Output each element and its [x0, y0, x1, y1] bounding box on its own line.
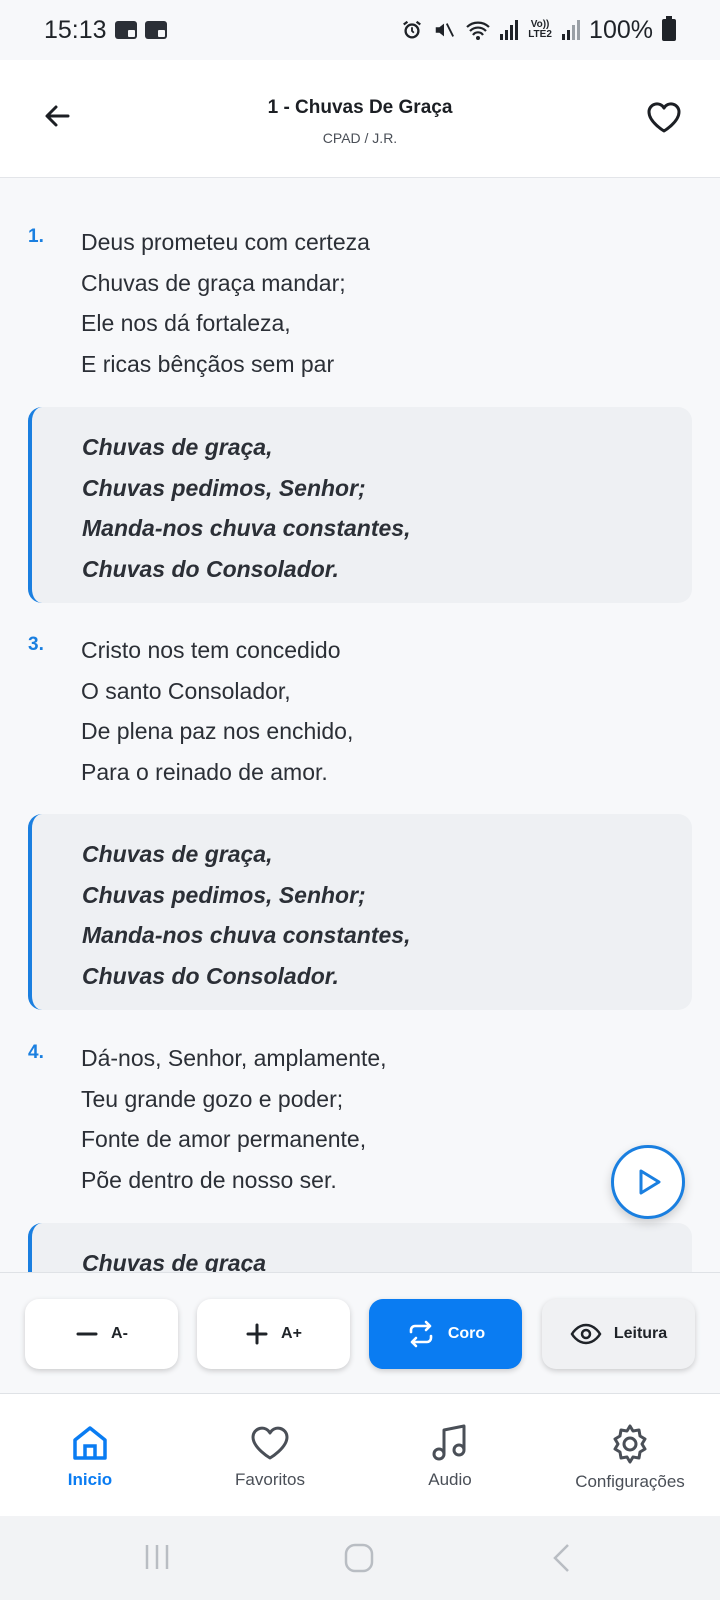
gear-icon — [613, 1424, 647, 1464]
nav-settings-label: Configurações — [575, 1472, 685, 1491]
hymn-content[interactable]: 1. Deus prometeu com certeza Chuvas de g… — [0, 178, 720, 1272]
chorus-line: Chuvas de graça — [82, 1250, 267, 1272]
chorus-line: Chuvas de graça, — [82, 841, 273, 867]
increase-font-button[interactable]: A+ — [197, 1299, 350, 1369]
network-label: Vo)) LTE2 — [528, 19, 552, 40]
app-header: 1 - Chuvas De Graça CPAD / J.R. — [0, 60, 720, 178]
alarm-icon — [403, 20, 421, 39]
verse-line: Teu grande gozo e poder; — [81, 1085, 344, 1112]
chorus-toggle-button[interactable]: Coro — [369, 1299, 522, 1369]
repeat-icon — [409, 1320, 433, 1348]
music-note-icon — [432, 1424, 466, 1461]
chorus-line: Chuvas do Consolador. — [82, 962, 339, 989]
verse-number: 4. — [28, 1042, 44, 1063]
verse-line: Ele nos dá fortaleza, — [81, 310, 291, 336]
chorus-block: Chuvas de graça — [28, 1223, 692, 1272]
back-system-button[interactable] — [548, 1542, 576, 1579]
battery-icon — [662, 16, 676, 41]
nav-home-label: Inicio — [67, 1470, 113, 1489]
nav-audio-label: Audio — [428, 1470, 472, 1489]
nav-favorites-label: Favoritos — [235, 1470, 305, 1489]
verse-line: O santo Consolador, — [81, 677, 291, 704]
verse-number: 1. — [28, 226, 44, 247]
wifi-icon — [466, 21, 490, 40]
page-subtitle: CPAD / J.R. — [322, 130, 398, 146]
recent-apps-button[interactable] — [142, 1542, 172, 1577]
verse-number: 3. — [28, 634, 44, 655]
reader-controls: A- A+ Coro Leitura — [0, 1272, 720, 1394]
nav-home[interactable]: Inicio — [0, 1394, 180, 1516]
reading-mode-label: Leitura — [613, 1325, 668, 1342]
heart-icon — [647, 102, 681, 133]
chorus-line: Manda-nos chuva constantes, — [82, 922, 411, 948]
chorus-block: Chuvas de graça, Chuvas pedimos, Senhor;… — [28, 814, 692, 1010]
verse-line: Chuvas de graça mandar; — [81, 269, 346, 296]
verse-line: E ricas bênçãos sem par — [81, 350, 335, 377]
chorus-line: Chuvas pedimos, Senhor; — [82, 474, 366, 501]
minus-icon — [76, 1332, 98, 1336]
decrease-font-label: A- — [111, 1325, 128, 1342]
chevron-left-icon — [553, 1544, 569, 1572]
home-system-button[interactable] — [343, 1542, 375, 1579]
bottom-navigation: Inicio Favoritos Audio Configurações — [0, 1394, 720, 1516]
chorus-line: Chuvas do Consolador. — [82, 555, 339, 582]
chorus-line: Manda-nos chuva constantes, — [82, 515, 411, 541]
favorite-button[interactable] — [644, 98, 684, 138]
chorus-block: Chuvas de graça, Chuvas pedimos, Senhor;… — [28, 407, 692, 603]
page-title: 1 - Chuvas De Graça — [267, 97, 453, 118]
play-icon — [639, 1169, 661, 1195]
chorus-line: Chuvas pedimos, Senhor; — [82, 881, 366, 908]
verse-line: Deus prometeu com certeza — [81, 229, 370, 255]
plus-icon — [246, 1323, 268, 1345]
home-icon — [73, 1426, 107, 1460]
nav-settings[interactable]: Configurações — [540, 1394, 720, 1516]
battery-percent: 100% — [589, 15, 653, 44]
status-time: 15:13 — [44, 15, 107, 44]
decrease-font-button[interactable]: A- — [25, 1299, 178, 1369]
voicemail-icon — [144, 21, 167, 39]
recent-apps-icon — [145, 1545, 169, 1569]
verse-line: Põe dentro de nosso ser. — [81, 1166, 337, 1193]
heart-icon — [251, 1426, 289, 1460]
chorus-toggle-label: Coro — [447, 1325, 486, 1342]
play-audio-button[interactable] — [611, 1145, 685, 1219]
mute-icon — [435, 23, 455, 37]
chorus-line: Chuvas de graça, — [82, 434, 273, 460]
verse-line: De plena paz nos enchido, — [81, 718, 354, 744]
eye-icon — [570, 1323, 602, 1345]
reading-mode-button[interactable]: Leitura — [542, 1299, 695, 1369]
system-navigation-bar — [0, 1516, 720, 1600]
status-bar: 15:13 Vo)) LTE2 100% — [0, 0, 720, 60]
voicemail-icon — [114, 21, 137, 39]
nav-favorites[interactable]: Favoritos — [180, 1394, 360, 1516]
verse-line: Dá-nos, Senhor, amplamente, — [81, 1045, 387, 1071]
home-square-icon — [344, 1543, 374, 1573]
verse-line: Cristo nos tem concedido — [81, 637, 341, 663]
verse-line: Fonte de amor permanente, — [81, 1126, 367, 1152]
verse-line: Para o reinado de amor. — [81, 758, 328, 785]
nav-audio[interactable]: Audio — [360, 1394, 540, 1516]
increase-font-label: A+ — [281, 1325, 302, 1342]
signal-icon — [500, 20, 519, 40]
signal-icon — [562, 20, 581, 40]
